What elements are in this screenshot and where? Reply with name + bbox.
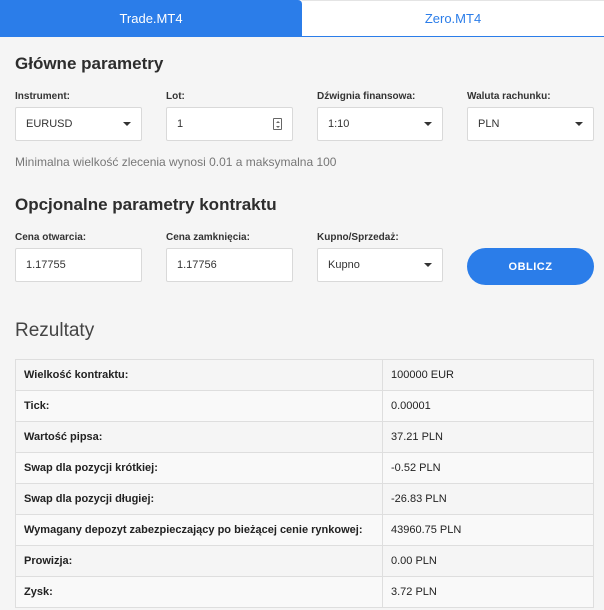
table-row: Wielkość kontraktu: 100000 EUR	[15, 359, 594, 391]
optional-params-title: Opcjonalne parametry kontraktu	[15, 195, 277, 214]
result-value: 3.72 PLN	[382, 576, 594, 608]
tab-zero-mt4[interactable]: Zero.MT4	[302, 0, 604, 36]
lot-input[interactable]: 1	[166, 107, 293, 141]
stepper-icon[interactable]	[273, 118, 282, 130]
result-value: 0.00 PLN	[382, 545, 594, 577]
instrument-value: EURUSD	[26, 118, 73, 130]
main-params-title: Główne parametry	[15, 54, 164, 73]
chevron-down-icon	[424, 122, 432, 126]
result-label: Wielkość kontraktu:	[15, 359, 383, 391]
tab-trade-mt4[interactable]: Trade.MT4	[0, 0, 302, 36]
result-label: Swap dla pozycji krótkiej:	[15, 452, 383, 484]
close-price-label: Cena zamknięcia:	[166, 232, 250, 243]
open-price-input[interactable]: 1.17755	[15, 248, 142, 282]
result-label: Prowizja:	[15, 545, 383, 577]
table-row: Zysk: 3.72 PLN	[15, 576, 594, 608]
results-title: Rezultaty	[15, 320, 95, 341]
result-value: -0.52 PLN	[382, 452, 594, 484]
leverage-value: 1:10	[328, 118, 350, 130]
result-value: 0.00001	[382, 390, 594, 422]
result-value: 43960.75 PLN	[382, 514, 594, 546]
table-row: Prowizja: 0.00 PLN	[15, 545, 594, 577]
chevron-down-icon	[575, 122, 583, 126]
calculate-button[interactable]: OBLICZ	[467, 248, 594, 285]
open-price-label: Cena otwarcia:	[15, 232, 87, 243]
open-price-value: 1.17755	[26, 259, 66, 271]
instrument-label: Instrument:	[15, 91, 70, 102]
table-row: Tick: 0.00001	[15, 390, 594, 422]
close-price-value: 1.17756	[177, 259, 217, 271]
table-row: Wartość pipsa: 37.21 PLN	[15, 421, 594, 453]
results-table: Wielkość kontraktu: 100000 EUR Tick: 0.0000…	[15, 359, 594, 608]
result-value: 37.21 PLN	[382, 421, 594, 453]
currency-select[interactable]: PLN	[467, 107, 594, 141]
result-label: Wartość pipsa:	[15, 421, 383, 453]
result-value: -26.83 PLN	[382, 483, 594, 515]
result-label: Zysk:	[15, 576, 383, 608]
currency-label: Waluta rachunku:	[467, 91, 551, 102]
chevron-down-icon	[424, 263, 432, 267]
lot-value: 1	[177, 118, 184, 130]
result-label: Wymagany depozyt zabezpieczający po bież…	[15, 514, 383, 546]
currency-value: PLN	[478, 118, 500, 130]
result-label: Swap dla pozycji długiej:	[15, 483, 383, 515]
side-select[interactable]: Kupno	[317, 248, 443, 282]
instrument-select[interactable]: EURUSD	[15, 107, 142, 141]
side-value: Kupno	[328, 259, 360, 271]
account-type-tabs: Trade.MT4 Zero.MT4	[0, 0, 604, 37]
result-value: 100000 EUR	[382, 359, 594, 391]
table-row: Swap dla pozycji długiej: -26.83 PLN	[15, 483, 594, 515]
chevron-down-icon	[123, 122, 131, 126]
lot-label: Lot:	[166, 91, 185, 102]
lot-size-note: Minimalna wielkość zlecenia wynosi 0.01 …	[15, 155, 337, 169]
result-label: Tick:	[15, 390, 383, 422]
table-row: Wymagany depozyt zabezpieczający po bież…	[15, 514, 594, 546]
table-row: Swap dla pozycji krótkiej: -0.52 PLN	[15, 452, 594, 484]
leverage-select[interactable]: 1:10	[317, 107, 443, 141]
leverage-label: Dźwignia finansowa:	[317, 91, 416, 102]
close-price-input[interactable]: 1.17756	[166, 248, 293, 282]
side-label: Kupno/Sprzedaż:	[317, 232, 399, 243]
